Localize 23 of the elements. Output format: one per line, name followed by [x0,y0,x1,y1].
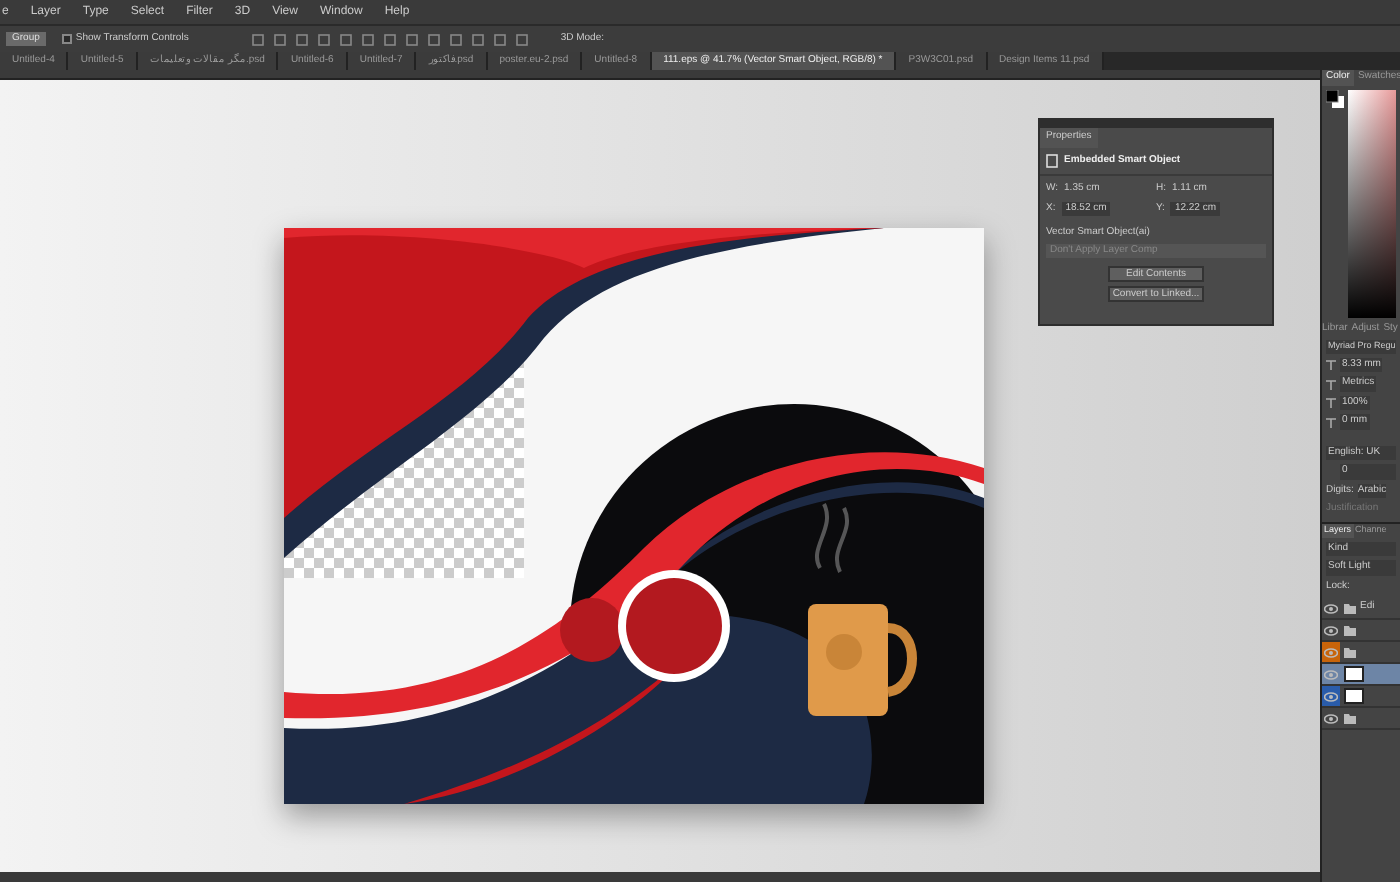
smart-object-icon [1046,153,1058,168]
layer-row[interactable] [1322,686,1400,708]
type-icon [1326,379,1336,389]
eye-cell[interactable] [1322,708,1340,728]
folder-icon [1344,713,1356,723]
type-icon [1326,360,1336,370]
eye-cell[interactable] [1322,620,1340,640]
eye-cell[interactable] [1322,642,1340,662]
type-icon [1326,398,1336,408]
layer-row[interactable] [1322,620,1400,642]
layer-row[interactable] [1322,708,1400,730]
type-icon [1326,417,1336,427]
eye-icon[interactable] [1324,691,1338,701]
eye-cell[interactable] [1322,686,1340,706]
layer-row[interactable] [1322,664,1400,686]
eye-icon[interactable] [1324,713,1338,723]
color-picker-field[interactable] [1348,89,1396,317]
eye-cell[interactable] [1322,598,1340,618]
eye-cell[interactable] [1322,664,1340,684]
eye-icon[interactable] [1324,603,1338,613]
eye-icon[interactable] [1324,625,1338,635]
color-swatch-icon[interactable] [1326,89,1344,107]
checkbox[interactable] [61,34,72,44]
